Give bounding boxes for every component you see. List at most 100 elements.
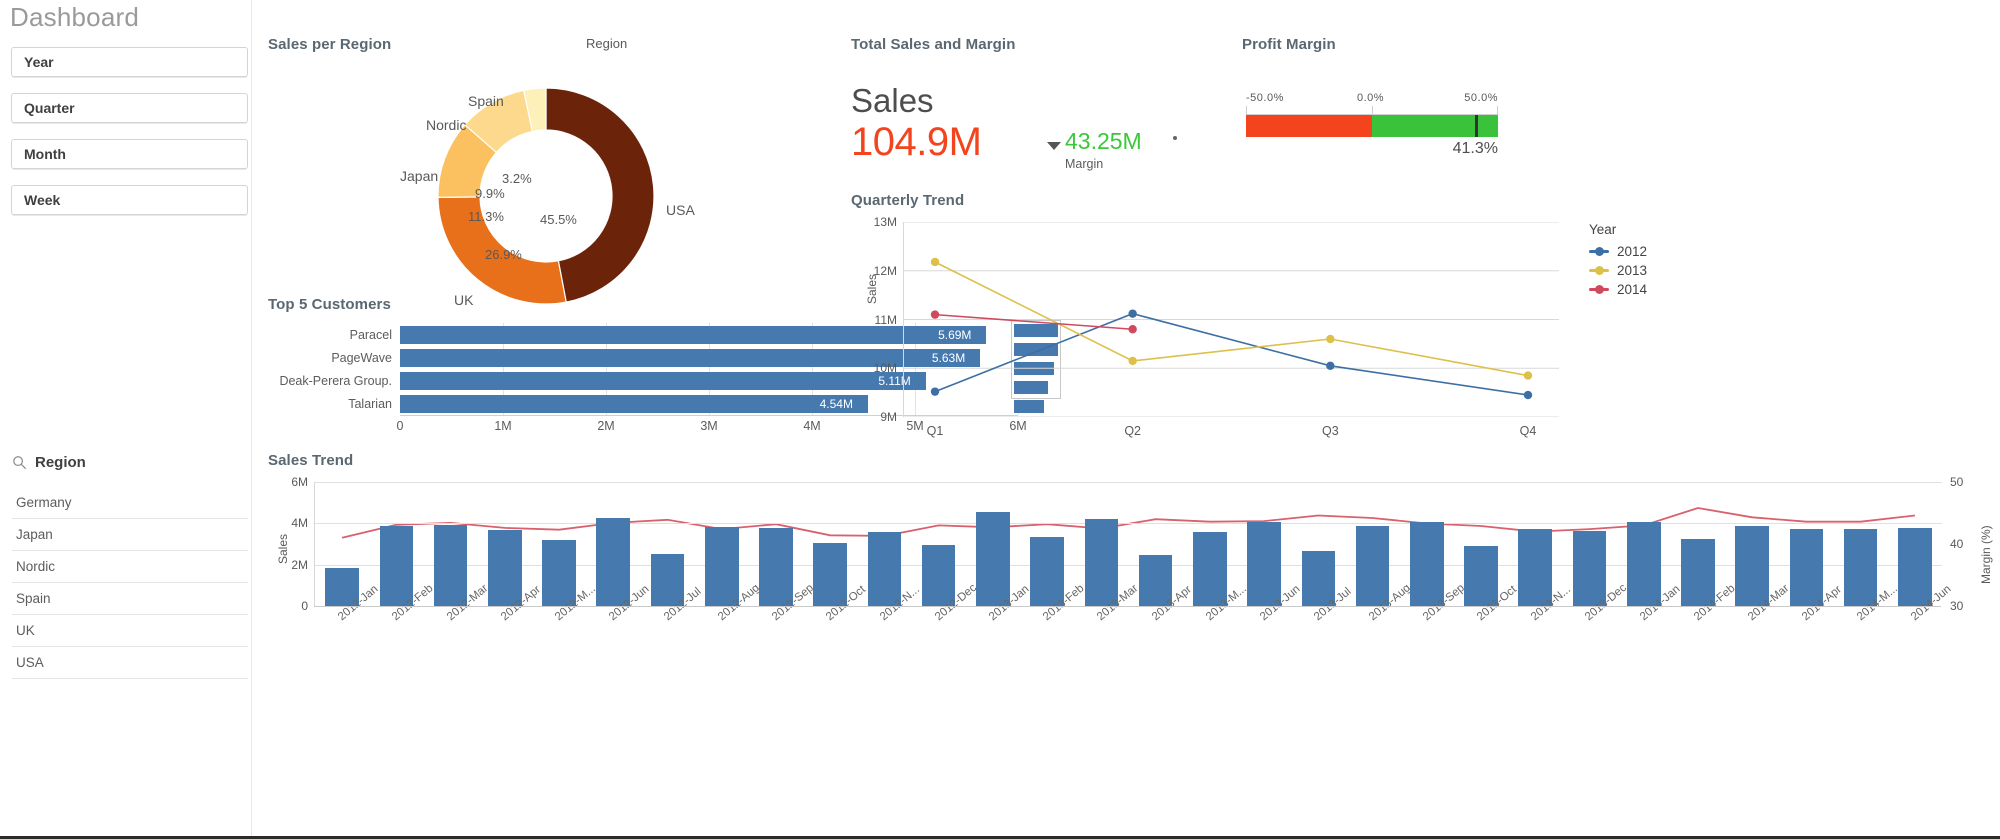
- quarterly-point[interactable]: [1326, 335, 1334, 343]
- filter-year[interactable]: Year: [11, 47, 248, 77]
- top5-x-tick: 0: [397, 419, 404, 433]
- quarterly-y-tick: 12M: [874, 264, 897, 278]
- sales-trend-bar[interactable]: [1464, 546, 1498, 606]
- region-list-item[interactable]: Japan: [12, 519, 248, 551]
- sales-trend-bar[interactable]: [1898, 528, 1932, 606]
- legend-dot-icon: [1595, 266, 1604, 275]
- donut-slice-usa[interactable]: [546, 88, 654, 302]
- quarterly-point[interactable]: [1326, 362, 1334, 370]
- region-list-item[interactable]: UK: [12, 615, 248, 647]
- sales-trend-bar[interactable]: [705, 527, 739, 606]
- sales-trend-panel: Sales Trend Sales Margin (%) 02M4M6M3040…: [268, 452, 2000, 836]
- sales-trend-bar[interactable]: [1627, 522, 1661, 606]
- profit-margin-panel: Profit Margin -50.0% 0.0% 50.0% 41.3%: [1242, 36, 1542, 176]
- filter-month[interactable]: Month: [11, 139, 248, 169]
- quarterly-line-2014: [935, 315, 1133, 330]
- search-icon: [12, 455, 27, 470]
- sales-trend-bar[interactable]: [1735, 526, 1769, 606]
- sales-trend-bar[interactable]: [542, 540, 576, 606]
- sales-trend-bar[interactable]: [1085, 519, 1119, 606]
- quarterly-y-tick: 9M: [880, 410, 897, 424]
- sales-trend-bar[interactable]: [1030, 537, 1064, 606]
- donut-label-spain: Spain: [468, 93, 504, 109]
- kpi-trend-down-icon: [1047, 142, 1061, 150]
- sales-trend-bar[interactable]: [488, 530, 522, 606]
- donut-percent-usa: 45.5%: [540, 212, 577, 227]
- legend-item-2014[interactable]: 2014: [1589, 282, 1709, 297]
- top5-bar[interactable]: [400, 372, 926, 390]
- quarterly-trend-plot[interactable]: 9M10M11M12M13MQ1Q2Q3Q4: [903, 222, 1558, 417]
- region-search-box[interactable]: Region: [12, 450, 248, 474]
- top5-x-tick: 2M: [597, 419, 614, 433]
- page-title: Dashboard: [10, 2, 139, 33]
- sales-trend-plot[interactable]: 02M4M6M3040502012-Jan2012-Feb2012-Mar201…: [314, 482, 1941, 606]
- total-sales-margin-title: Total Sales and Margin: [851, 36, 1015, 53]
- sales-trend-bar[interactable]: [596, 518, 630, 606]
- sales-trend-y2-tick: 30: [1950, 599, 1963, 613]
- region-search-label: Region: [35, 454, 86, 471]
- quarterly-y-tick: 13M: [874, 215, 897, 229]
- gauge-min-label: -50.0%: [1246, 92, 1284, 104]
- region-list-item[interactable]: Spain: [12, 583, 248, 615]
- quarterly-point[interactable]: [1128, 357, 1136, 365]
- quarterly-point[interactable]: [1128, 309, 1136, 317]
- sales-trend-y2-axis-title: Margin (%): [1979, 525, 1993, 584]
- sales-trend-bar[interactable]: [759, 528, 793, 606]
- sales-trend-bar[interactable]: [813, 543, 847, 606]
- sales-trend-bar[interactable]: [1790, 529, 1824, 606]
- region-list-item[interactable]: USA: [12, 647, 248, 679]
- quarterly-point[interactable]: [1524, 371, 1532, 379]
- quarterly-line-2012: [935, 314, 1528, 395]
- kpi-sales-value: 104.9M: [851, 120, 981, 165]
- quarterly-point[interactable]: [931, 258, 939, 266]
- sales-trend-y-tick: 2M: [291, 558, 308, 572]
- legend-item-2012[interactable]: 2012: [1589, 244, 1709, 259]
- legend-marker-icon: [1589, 269, 1609, 272]
- gauge-max-label: 50.0%: [1464, 92, 1498, 104]
- sales-trend-y-tick: 4M: [291, 516, 308, 530]
- sales-trend-bar[interactable]: [976, 512, 1010, 606]
- filter-quarter-label: Quarter: [24, 100, 75, 116]
- legend-dot-icon: [1595, 247, 1604, 256]
- sales-trend-bar[interactable]: [1518, 529, 1552, 606]
- region-list-item[interactable]: Germany: [12, 487, 248, 519]
- quarterly-trend-y-axis-title: Sales: [865, 274, 879, 304]
- sales-trend-y-tick: 0: [301, 599, 308, 613]
- sales-trend-bar[interactable]: [434, 525, 468, 606]
- sales-trend-bar[interactable]: [1410, 522, 1444, 606]
- sales-trend-bar[interactable]: [922, 545, 956, 606]
- donut-chart[interactable]: [434, 84, 658, 308]
- sales-trend-bar[interactable]: [1193, 532, 1227, 606]
- sales-trend-y2-tick: 50: [1950, 475, 1963, 489]
- sales-trend-bar[interactable]: [1573, 531, 1607, 606]
- top5-x-tick: 1M: [494, 419, 511, 433]
- sales-trend-bar[interactable]: [1356, 526, 1390, 606]
- sales-per-region-title: Sales per Region: [268, 36, 391, 53]
- donut-percent-nordic: 9.9%: [475, 186, 505, 201]
- legend-dot-icon: [1595, 285, 1604, 294]
- region-list-item[interactable]: Nordic: [12, 551, 248, 583]
- legend-marker-icon: [1589, 288, 1609, 291]
- legend-item-2013[interactable]: 2013: [1589, 263, 1709, 278]
- top5-x-tick: 4M: [803, 419, 820, 433]
- filter-week[interactable]: Week: [11, 185, 248, 215]
- quarterly-point[interactable]: [1128, 325, 1136, 333]
- top5-category-label: Deak-Perera Group.: [279, 374, 392, 388]
- top5-bar[interactable]: [400, 395, 868, 413]
- donut-percent-uk: 26.9%: [485, 247, 522, 262]
- sales-trend-bar[interactable]: [1247, 522, 1281, 606]
- sales-trend-gridline: [315, 482, 1942, 483]
- filter-week-label: Week: [24, 192, 60, 208]
- quarterly-point[interactable]: [1524, 391, 1532, 399]
- sales-trend-bar[interactable]: [1844, 529, 1878, 606]
- gauge-negative-zone: [1246, 115, 1372, 137]
- legend-marker-icon: [1589, 250, 1609, 253]
- filter-quarter[interactable]: Quarter: [11, 93, 248, 123]
- quarterly-point[interactable]: [931, 387, 939, 395]
- sales-trend-bar[interactable]: [380, 526, 414, 606]
- sales-trend-bar[interactable]: [1681, 539, 1715, 606]
- quarterly-point[interactable]: [931, 310, 939, 318]
- filter-year-label: Year: [24, 54, 54, 70]
- sales-trend-bar[interactable]: [868, 532, 902, 606]
- gauge-bar[interactable]: [1246, 115, 1498, 137]
